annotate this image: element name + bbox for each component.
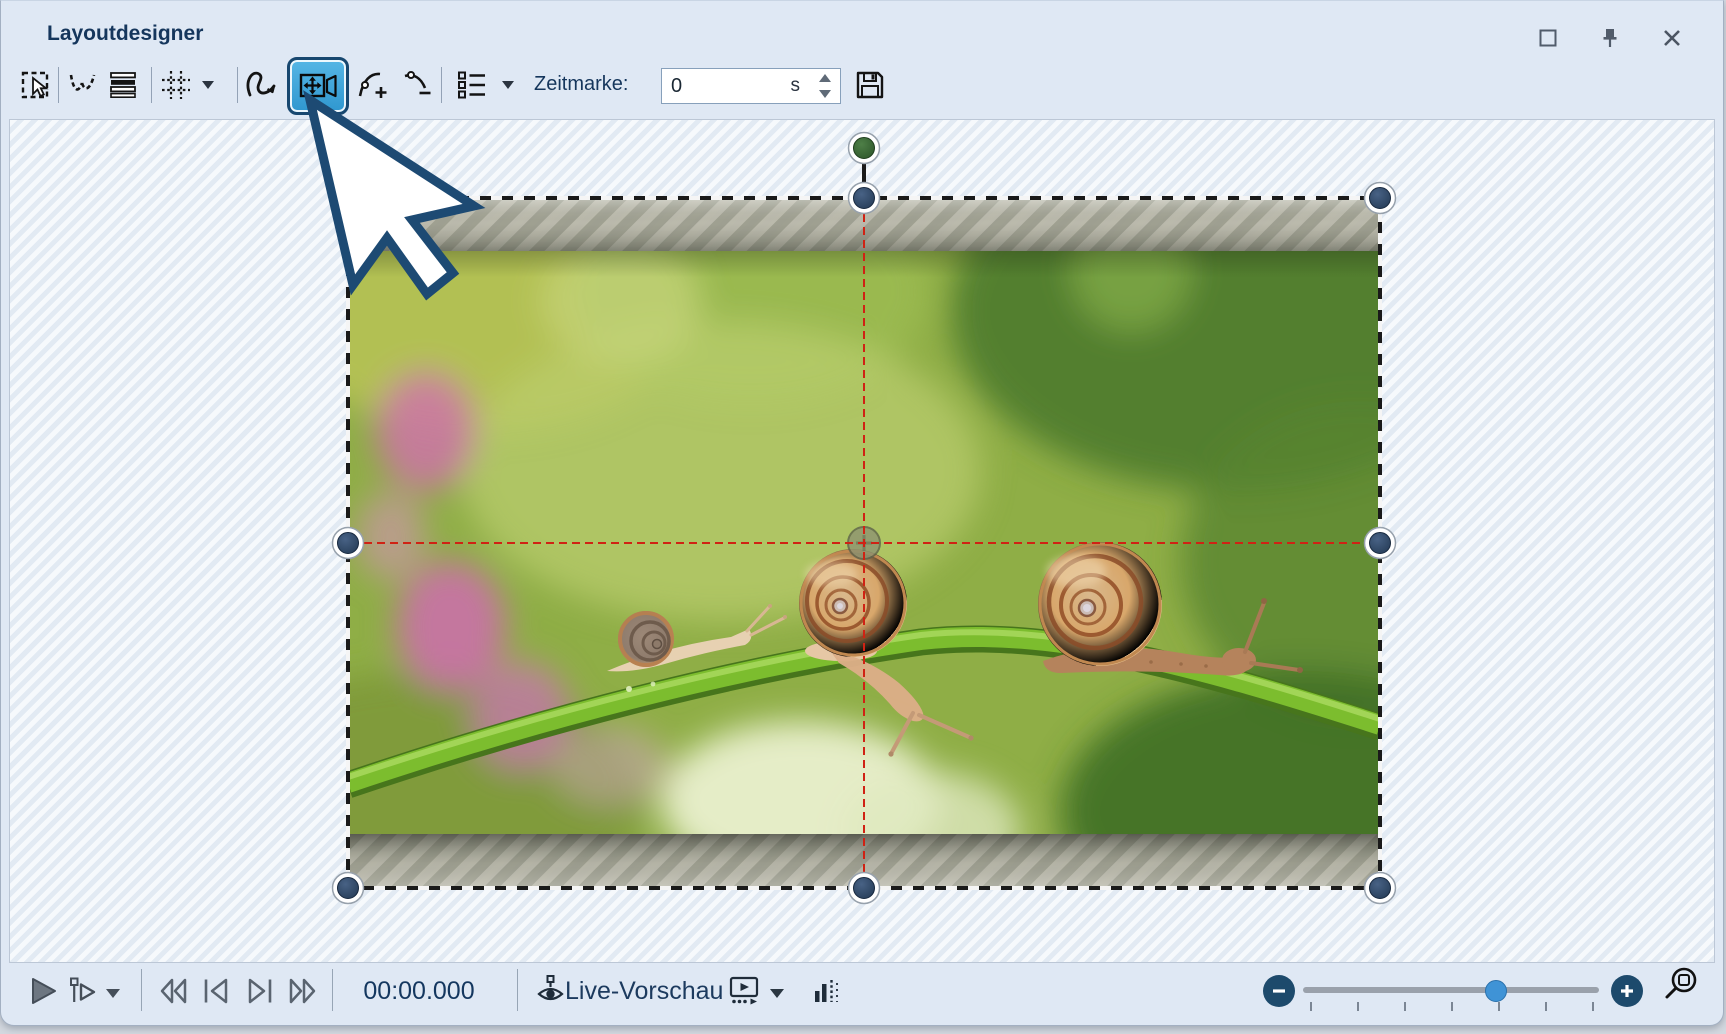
select-marquee-icon: [19, 67, 55, 103]
canvas-scene: [10, 120, 1718, 962]
toolbar-separator: [332, 969, 333, 1011]
zoom-in-button[interactable]: [1611, 975, 1643, 1007]
curve-mode-button[interactable]: [241, 65, 281, 105]
levels-icon: [810, 974, 844, 1008]
slider-tick: [1451, 1002, 1453, 1011]
keyframe-add-icon: [354, 66, 392, 104]
play-from-position-button[interactable]: [61, 969, 105, 1013]
play-icon: [26, 974, 60, 1008]
zeitmarke-input[interactable]: [662, 69, 791, 103]
layer-order-icon: [105, 67, 141, 103]
save-keyframe-button[interactable]: [850, 65, 890, 105]
chevron-down-icon: [104, 987, 122, 1000]
fast-forward-button[interactable]: [281, 969, 325, 1013]
toolbar-separator: [141, 969, 142, 1011]
motion-path-icon: [65, 67, 101, 103]
layout-canvas[interactable]: [9, 119, 1715, 963]
zeitmarke-unit: s: [791, 75, 801, 97]
pin-button[interactable]: [1597, 25, 1623, 51]
toolbar-separator: [441, 67, 442, 103]
maximize-button[interactable]: [1535, 25, 1561, 51]
layer-order-button[interactable]: [103, 65, 143, 105]
caret-up-icon: [819, 74, 831, 82]
handle-bottom-center[interactable]: [849, 873, 880, 904]
play-from-position-icon: [66, 974, 100, 1008]
slider-tick: [1357, 1002, 1359, 1011]
magnifier-icon: [1661, 963, 1701, 1007]
plus-icon: [1619, 983, 1635, 999]
handle-bottom-right[interactable]: [1365, 873, 1396, 904]
toolbar-separator: [237, 67, 238, 103]
grid-button[interactable]: [156, 65, 196, 105]
zoom-slider-thumb[interactable]: [1485, 980, 1507, 1002]
zoom-fit-button[interactable]: [1659, 963, 1703, 1007]
grid-dropdown[interactable]: [198, 77, 218, 93]
page-title: Layoutdesigner: [47, 22, 203, 46]
audio-levels-button[interactable]: [805, 969, 849, 1013]
motion-path-button[interactable]: [63, 65, 103, 105]
select-tool-button[interactable]: [17, 65, 57, 105]
skip-to-start-icon: [198, 974, 234, 1008]
handle-bottom-left[interactable]: [333, 873, 364, 904]
preview-window-icon: [727, 973, 763, 1009]
rewind-icon: [155, 974, 191, 1008]
skip-to-start-button[interactable]: [194, 969, 238, 1013]
object-list-icon: [454, 67, 490, 103]
zoom-out-button[interactable]: [1263, 975, 1295, 1007]
zeitmarke-spinner: [813, 70, 837, 102]
toolbar-separator: [151, 67, 152, 103]
keyframe-add-button[interactable]: [353, 65, 393, 105]
layoutdesigner-window: Layoutdesigner: [0, 0, 1724, 1026]
chevron-down-icon: [200, 79, 216, 91]
caret-down-icon: [819, 90, 831, 98]
close-icon: [1661, 27, 1683, 49]
toolbar-separator: [517, 969, 518, 1011]
zeitmarke-label: Zeitmarke:: [534, 73, 628, 96]
play-options-dropdown[interactable]: [103, 985, 123, 1001]
spin-up-button[interactable]: [813, 70, 837, 86]
spin-down-button[interactable]: [813, 86, 837, 102]
zoom-slider-track[interactable]: [1303, 987, 1599, 993]
maximize-icon: [1538, 28, 1558, 48]
slider-tick: [1545, 1002, 1547, 1011]
handle-top-right[interactable]: [1365, 183, 1396, 214]
timecode-display: 00:00.000: [353, 977, 485, 1006]
slider-tick: [1404, 1002, 1406, 1011]
toolbar-separator: [58, 67, 59, 103]
handle-mid-right[interactable]: [1365, 528, 1396, 559]
eye-marker-icon: [533, 973, 569, 1009]
slider-tick: [1310, 1002, 1312, 1011]
chevron-down-icon: [768, 987, 786, 1000]
rewind-button[interactable]: [151, 969, 195, 1013]
handle-mid-left[interactable]: [333, 528, 364, 559]
camera-pan-button-active[interactable]: [287, 57, 349, 115]
keyframe-remove-button[interactable]: [397, 65, 437, 105]
chevron-down-icon: [500, 79, 516, 91]
play-button[interactable]: [21, 969, 65, 1013]
curve-icon: [242, 66, 280, 104]
camera-pan-icon: [297, 67, 339, 105]
live-preview-label: Live-Vorschau: [565, 977, 723, 1006]
object-list-button[interactable]: [452, 65, 492, 105]
slider-tick: [1592, 1002, 1594, 1011]
skip-to-end-button[interactable]: [238, 969, 282, 1013]
skip-to-end-icon: [242, 974, 278, 1008]
close-button[interactable]: [1659, 25, 1685, 51]
save-icon: [852, 67, 888, 103]
preview-options-dropdown[interactable]: [767, 985, 787, 1001]
minus-icon: [1271, 983, 1287, 999]
external-preview-button[interactable]: [723, 969, 767, 1013]
fast-forward-icon: [285, 974, 321, 1008]
rotation-handle[interactable]: [849, 133, 880, 164]
handle-top-center[interactable]: [849, 183, 880, 214]
object-list-dropdown[interactable]: [498, 77, 518, 93]
keyframe-remove-icon: [398, 66, 436, 104]
pin-icon: [1598, 26, 1622, 50]
grid-icon: [158, 67, 194, 103]
handle-top-left[interactable]: [333, 183, 364, 214]
zeitmarke-field: s: [661, 68, 841, 104]
slider-tick: [1498, 1002, 1500, 1011]
